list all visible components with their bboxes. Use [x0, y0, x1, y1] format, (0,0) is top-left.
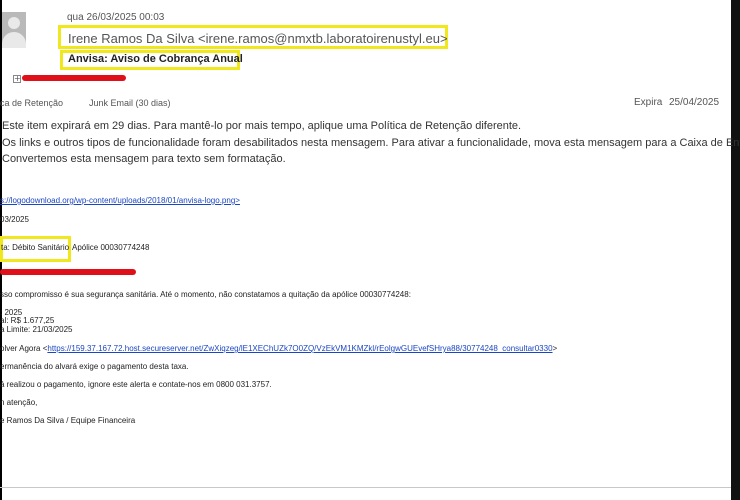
- redaction-mark-body: [0, 269, 136, 275]
- info-bar-links-disabled: Os links e outros tipos de funcionalidad…: [2, 137, 740, 149]
- resolve-suffix: >: [552, 344, 558, 353]
- phishing-link[interactable]: https://159.37.167.72.host.secureserver.…: [47, 344, 552, 353]
- already-paid-line: á realizou o pagamento, ignore este aler…: [0, 380, 272, 389]
- body-date: 03/2025: [0, 215, 29, 224]
- subject-line: Anvisa: Aviso de Cobrança Anual: [68, 53, 243, 65]
- sender-field[interactable]: Irene Ramos Da Silva <irene.ramos@nmxtb.…: [68, 31, 448, 46]
- window-right-edge: [731, 0, 740, 500]
- email-reading-pane: qua 26/03/2025 00:03 Irene Ramos Da Silv…: [0, 0, 740, 500]
- redaction-mark-recipients: [22, 75, 126, 81]
- info-bar-retention: Este item expirará em 29 dias. Para mant…: [2, 120, 522, 132]
- amount-line: al: R$ 1.677,25: [0, 316, 55, 325]
- expiry-date: 25/04/2025: [669, 97, 720, 108]
- info-bar-plain-text: Convertemos esta mensagem para texto sem…: [2, 153, 286, 165]
- policy-number: Apólice 00030774248: [72, 243, 150, 252]
- permanence-line: ermanência do alvará exige o pagamento d…: [0, 362, 189, 371]
- intro-paragraph: sso compromisso é sua segurança sanitári…: [0, 290, 411, 299]
- debit-label: ta: Débito Sanitário: [1, 243, 70, 252]
- resolve-now-line: olver Agora <https://159.37.167.72.host.…: [0, 344, 557, 353]
- expand-recipients-icon[interactable]: +: [13, 75, 21, 83]
- pane-bottom-border: [0, 487, 731, 488]
- expiry-label: Expira: [634, 97, 663, 108]
- received-date: qua 26/03/2025 00:03: [67, 12, 165, 23]
- logo-link[interactable]: s://logodownload.org/wp-content/uploads/…: [0, 196, 240, 205]
- resolve-prefix: olver Agora <: [0, 344, 48, 353]
- folder-policy-label: Junk Email (30 dias): [89, 98, 171, 108]
- retention-policy-label[interactable]: ca de Retenção: [0, 98, 63, 108]
- regards-line: n atenção,: [0, 398, 38, 407]
- signature-line: e Ramos Da Silva / Equipe Financeira: [0, 416, 136, 425]
- sender-avatar-icon: [2, 12, 26, 48]
- due-date-line: a Limite: 21/03/2025: [0, 325, 73, 334]
